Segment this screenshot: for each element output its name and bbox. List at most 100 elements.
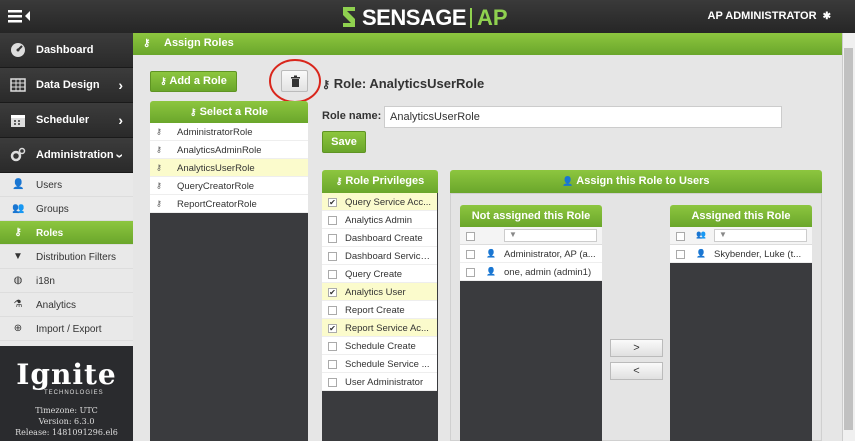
privilege-checkbox[interactable] — [328, 306, 337, 315]
version-text: Version: 6.3.0 — [38, 417, 95, 426]
key-icon: ⚷ — [335, 176, 343, 186]
subnav-import-export-label: Import / Export — [36, 324, 102, 335]
privilege-checkbox[interactable]: ✔ — [328, 288, 337, 297]
privilege-label: Report Service Ac... — [345, 323, 429, 334]
select-all-checkbox[interactable] — [676, 232, 685, 241]
not-assigned-header: Not assigned this Role — [460, 205, 602, 227]
privilege-item[interactable]: ✔ Query Service Acc... — [322, 193, 437, 211]
not-assigned-filter-input[interactable]: ▼ — [504, 229, 597, 242]
not-assigned-user-row[interactable]: 👤 one, admin (admin1) — [460, 263, 602, 281]
role-list-item[interactable]: ⚷ ReportCreatorRole — [150, 195, 308, 213]
privilege-item[interactable]: Report Create — [322, 301, 437, 319]
user-icon: 👤 — [486, 267, 496, 276]
subnav-users[interactable]: 👤 Users — [0, 173, 133, 197]
subnav-distribution-filters-label: Distribution Filters — [36, 252, 117, 263]
user-icon: 👤 — [562, 176, 574, 186]
sidebar: Dashboard Data Design › Scheduler › Admi… — [0, 33, 133, 441]
not-assigned-filter-row: ▼ — [460, 227, 602, 245]
user-checkbox[interactable] — [676, 250, 685, 259]
privilege-checkbox[interactable] — [328, 360, 337, 369]
privilege-checkbox[interactable] — [328, 234, 337, 243]
app-logo: SENSAGE AP — [336, 3, 536, 31]
nav-scheduler[interactable]: Scheduler › — [0, 103, 133, 138]
key-icon: ⚷ — [189, 107, 197, 117]
role-list: ⚷ AdministratorRole ⚷ AnalyticsAdminRole ⚷ An… — [150, 123, 308, 441]
assigned-filter-input[interactable]: ▼ — [714, 229, 807, 242]
privilege-item[interactable]: ✔ Report Service Ac... — [322, 319, 437, 337]
assigned-user-row[interactable]: 👤 Skybender, Luke (t... — [670, 245, 812, 263]
privilege-label: Schedule Create — [345, 341, 416, 352]
privilege-checkbox[interactable] — [328, 216, 337, 225]
user-icon: 👤 — [12, 179, 25, 190]
assigned-header: Assigned this Role — [670, 205, 812, 227]
select-all-checkbox[interactable] — [466, 232, 475, 241]
chevron-down-icon: › — [112, 153, 129, 159]
user-name: AP ADMINISTRATOR — [707, 10, 817, 22]
privilege-checkbox[interactable] — [328, 342, 337, 351]
privilege-checkbox[interactable]: ✔ — [328, 198, 337, 207]
role-list-item[interactable]: ⚷ AnalyticsAdminRole — [150, 141, 308, 159]
not-assigned-user-row[interactable]: 👤 Administrator, AP (a... — [460, 245, 602, 263]
role-list-item-label: AdministratorRole — [177, 127, 253, 138]
not-assigned-list: ▼ 👤 Administrator, AP (a... 👤 one, admin (a… — [460, 227, 602, 441]
sensage-logo-icon — [343, 7, 355, 27]
privilege-item[interactable]: Analytics Admin — [322, 211, 437, 229]
assign-users-header-label: Assign this Role to Users — [576, 175, 710, 187]
nav-dashboard-label: Dashboard — [36, 44, 94, 56]
move-left-button[interactable]: < — [610, 362, 663, 380]
hamburger-icon — [8, 10, 30, 23]
key-icon: ⚷ — [160, 76, 167, 86]
role-list-item[interactable]: ⚷ AdministratorRole — [150, 123, 308, 141]
nav-administration[interactable]: Administration › — [0, 138, 133, 173]
privilege-item[interactable]: Dashboard Service... — [322, 247, 437, 265]
role-name-input[interactable] — [384, 106, 782, 128]
save-button[interactable]: Save — [322, 131, 366, 153]
flask-icon: ⚗ — [13, 299, 23, 310]
privilege-item[interactable]: Schedule Create — [322, 337, 437, 355]
user-checkbox[interactable] — [466, 250, 475, 259]
scrollbar-thumb[interactable] — [844, 48, 853, 430]
privilege-item[interactable]: Query Create — [322, 265, 437, 283]
subnav-roles[interactable]: ⚷ Roles — [0, 221, 133, 245]
calendar-icon — [11, 115, 25, 127]
key-icon: ⚷ — [156, 127, 162, 136]
group-icon: 👥 — [12, 203, 25, 214]
privilege-checkbox[interactable]: ✔ — [328, 324, 337, 333]
release-text: Release: 1481091296.el6 — [15, 428, 118, 437]
role-list-item-label: QueryCreatorRole — [177, 181, 255, 192]
role-list-item[interactable]: ⚷ AnalyticsUserRole — [150, 159, 308, 177]
privilege-item[interactable]: User Administrator — [322, 373, 437, 391]
filter-icon: ▼ — [719, 230, 727, 239]
role-list-item[interactable]: ⚷ QueryCreatorRole — [150, 177, 308, 195]
privilege-item[interactable]: ✔ Analytics User — [322, 283, 437, 301]
subnav-groups[interactable]: 👥 Groups — [0, 197, 133, 221]
nav-dashboard[interactable]: Dashboard — [0, 33, 133, 68]
privilege-checkbox[interactable] — [328, 378, 337, 387]
user-menu[interactable]: AP ADMINISTRATOR ✱ — [708, 10, 831, 22]
move-right-button[interactable]: > — [610, 339, 663, 357]
menu-toggle-button[interactable] — [8, 7, 40, 25]
privilege-checkbox[interactable] — [328, 252, 337, 261]
role-name-label: Role name: — [322, 110, 382, 122]
subnav-i18n[interactable]: ◍ i18n — [0, 269, 133, 293]
subnav-import-export[interactable]: ⊕ Import / Export — [0, 317, 133, 341]
subnav-distribution-filters[interactable]: ▼ Distribution Filters — [0, 245, 133, 269]
privilege-item[interactable]: Schedule Service ... — [322, 355, 437, 373]
add-role-button[interactable]: ⚷ Add a Role — [150, 71, 237, 92]
privilege-checkbox[interactable] — [328, 270, 337, 279]
admin-subnav: 👤 Users 👥 Groups ⚷ Roles ▼ Distribution Filt… — [0, 173, 133, 346]
privilege-label: User Administrator — [345, 377, 424, 388]
subnav-i18n-label: i18n — [36, 276, 55, 287]
user-label: Skybender, Luke (t... — [714, 249, 802, 260]
privilege-item[interactable]: Dashboard Create — [322, 229, 437, 247]
chevron-right-icon: › — [118, 112, 123, 128]
nav-data-design[interactable]: Data Design › — [0, 68, 133, 103]
gear-icon: ✱ — [822, 11, 831, 22]
privilege-label: Analytics Admin — [345, 215, 413, 226]
company-logo-sub: TECHNOLOGIES — [44, 390, 104, 396]
subnav-roles-label: Roles — [36, 228, 64, 239]
subnav-analytics[interactable]: ⚗ Analytics — [0, 293, 133, 317]
user-checkbox[interactable] — [466, 268, 475, 277]
privilege-label: Query Create — [345, 269, 403, 280]
brand-name: SENSAGE — [362, 5, 467, 30]
